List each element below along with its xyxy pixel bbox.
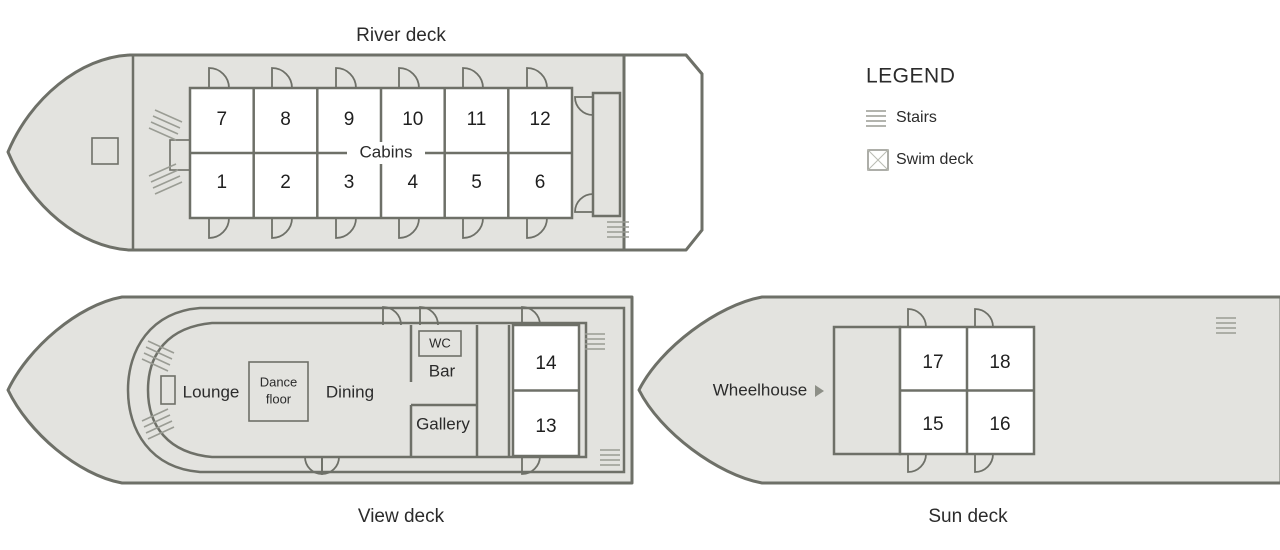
- river-deck-group: River deck 7 8 9 10 11 12 1 2 3 4 5 6 Ca…: [6, 25, 704, 252]
- cabin-number: 11: [467, 109, 487, 130]
- dance-floor-label-line2: floor: [266, 391, 292, 406]
- dance-floor-label-line1: Dance: [260, 374, 298, 389]
- wheelhouse-room: [832, 325, 902, 456]
- cabin-number: 13: [535, 416, 556, 437]
- cabin-number: 6: [535, 172, 546, 193]
- wc-label: WC: [429, 335, 451, 350]
- cabin-number: 16: [989, 414, 1010, 435]
- legend-item-label-swim-deck: Swim deck: [896, 151, 974, 168]
- cabin-number: 1: [217, 172, 228, 193]
- cabin-number: 9: [344, 109, 355, 130]
- cabin-number: 18: [989, 352, 1010, 373]
- legend-item-label-stairs: Stairs: [896, 109, 937, 126]
- cabin-number: 17: [922, 352, 943, 373]
- lounge-label: Lounge: [183, 382, 240, 401]
- sun-deck-block: 17 18 15 16: [832, 325, 1036, 456]
- cabin-number: 3: [344, 172, 355, 193]
- view-deck-title: View deck: [358, 506, 445, 527]
- river-bow-hatch: [91, 137, 119, 165]
- cabin-number: 12: [530, 109, 551, 130]
- cabin-number: 10: [402, 109, 423, 130]
- wheelhouse-label: Wheelhouse: [713, 380, 808, 399]
- river-cabin-block: 7 8 9 10 11 12 1 2 3 4 5 6 Cabins: [188, 86, 574, 220]
- swim-deck-overlay: [622, 53, 704, 252]
- lounge-door: [160, 375, 176, 405]
- river-stern-corridor: [591, 91, 622, 218]
- cabin-number: 15: [922, 414, 943, 435]
- cabin-number: 14: [535, 353, 557, 374]
- river-deck-title: River deck: [356, 25, 446, 46]
- cabin-number: 8: [280, 109, 291, 130]
- deck-plan-diagram: River deck 7 8 9 10 11 12 1 2 3 4 5 6 Ca…: [0, 0, 1280, 550]
- stairs-icon: [866, 110, 886, 127]
- view-cabin-block: 14 13: [511, 323, 581, 458]
- cabins-label: Cabins: [360, 142, 413, 161]
- legend-title: LEGEND: [866, 65, 955, 88]
- swim-deck-icon: [867, 149, 889, 171]
- bar-label: Bar: [429, 361, 456, 380]
- sun-deck-group: Sun deck Wheelhouse 17 18 15 16: [637, 295, 1280, 527]
- cabin-number: 7: [217, 109, 228, 130]
- cabin-number: 4: [408, 172, 419, 193]
- view-deck-group: View deck Dance floor Lounge Dining WC B…: [6, 295, 634, 527]
- gallery-label: Gallery: [416, 414, 470, 433]
- cabin-number: 2: [280, 172, 291, 193]
- legend: LEGEND Stairs Swim deck: [866, 65, 974, 171]
- dining-label: Dining: [326, 382, 374, 401]
- cabin-number: 5: [471, 172, 482, 193]
- sun-deck-title: Sun deck: [928, 506, 1008, 527]
